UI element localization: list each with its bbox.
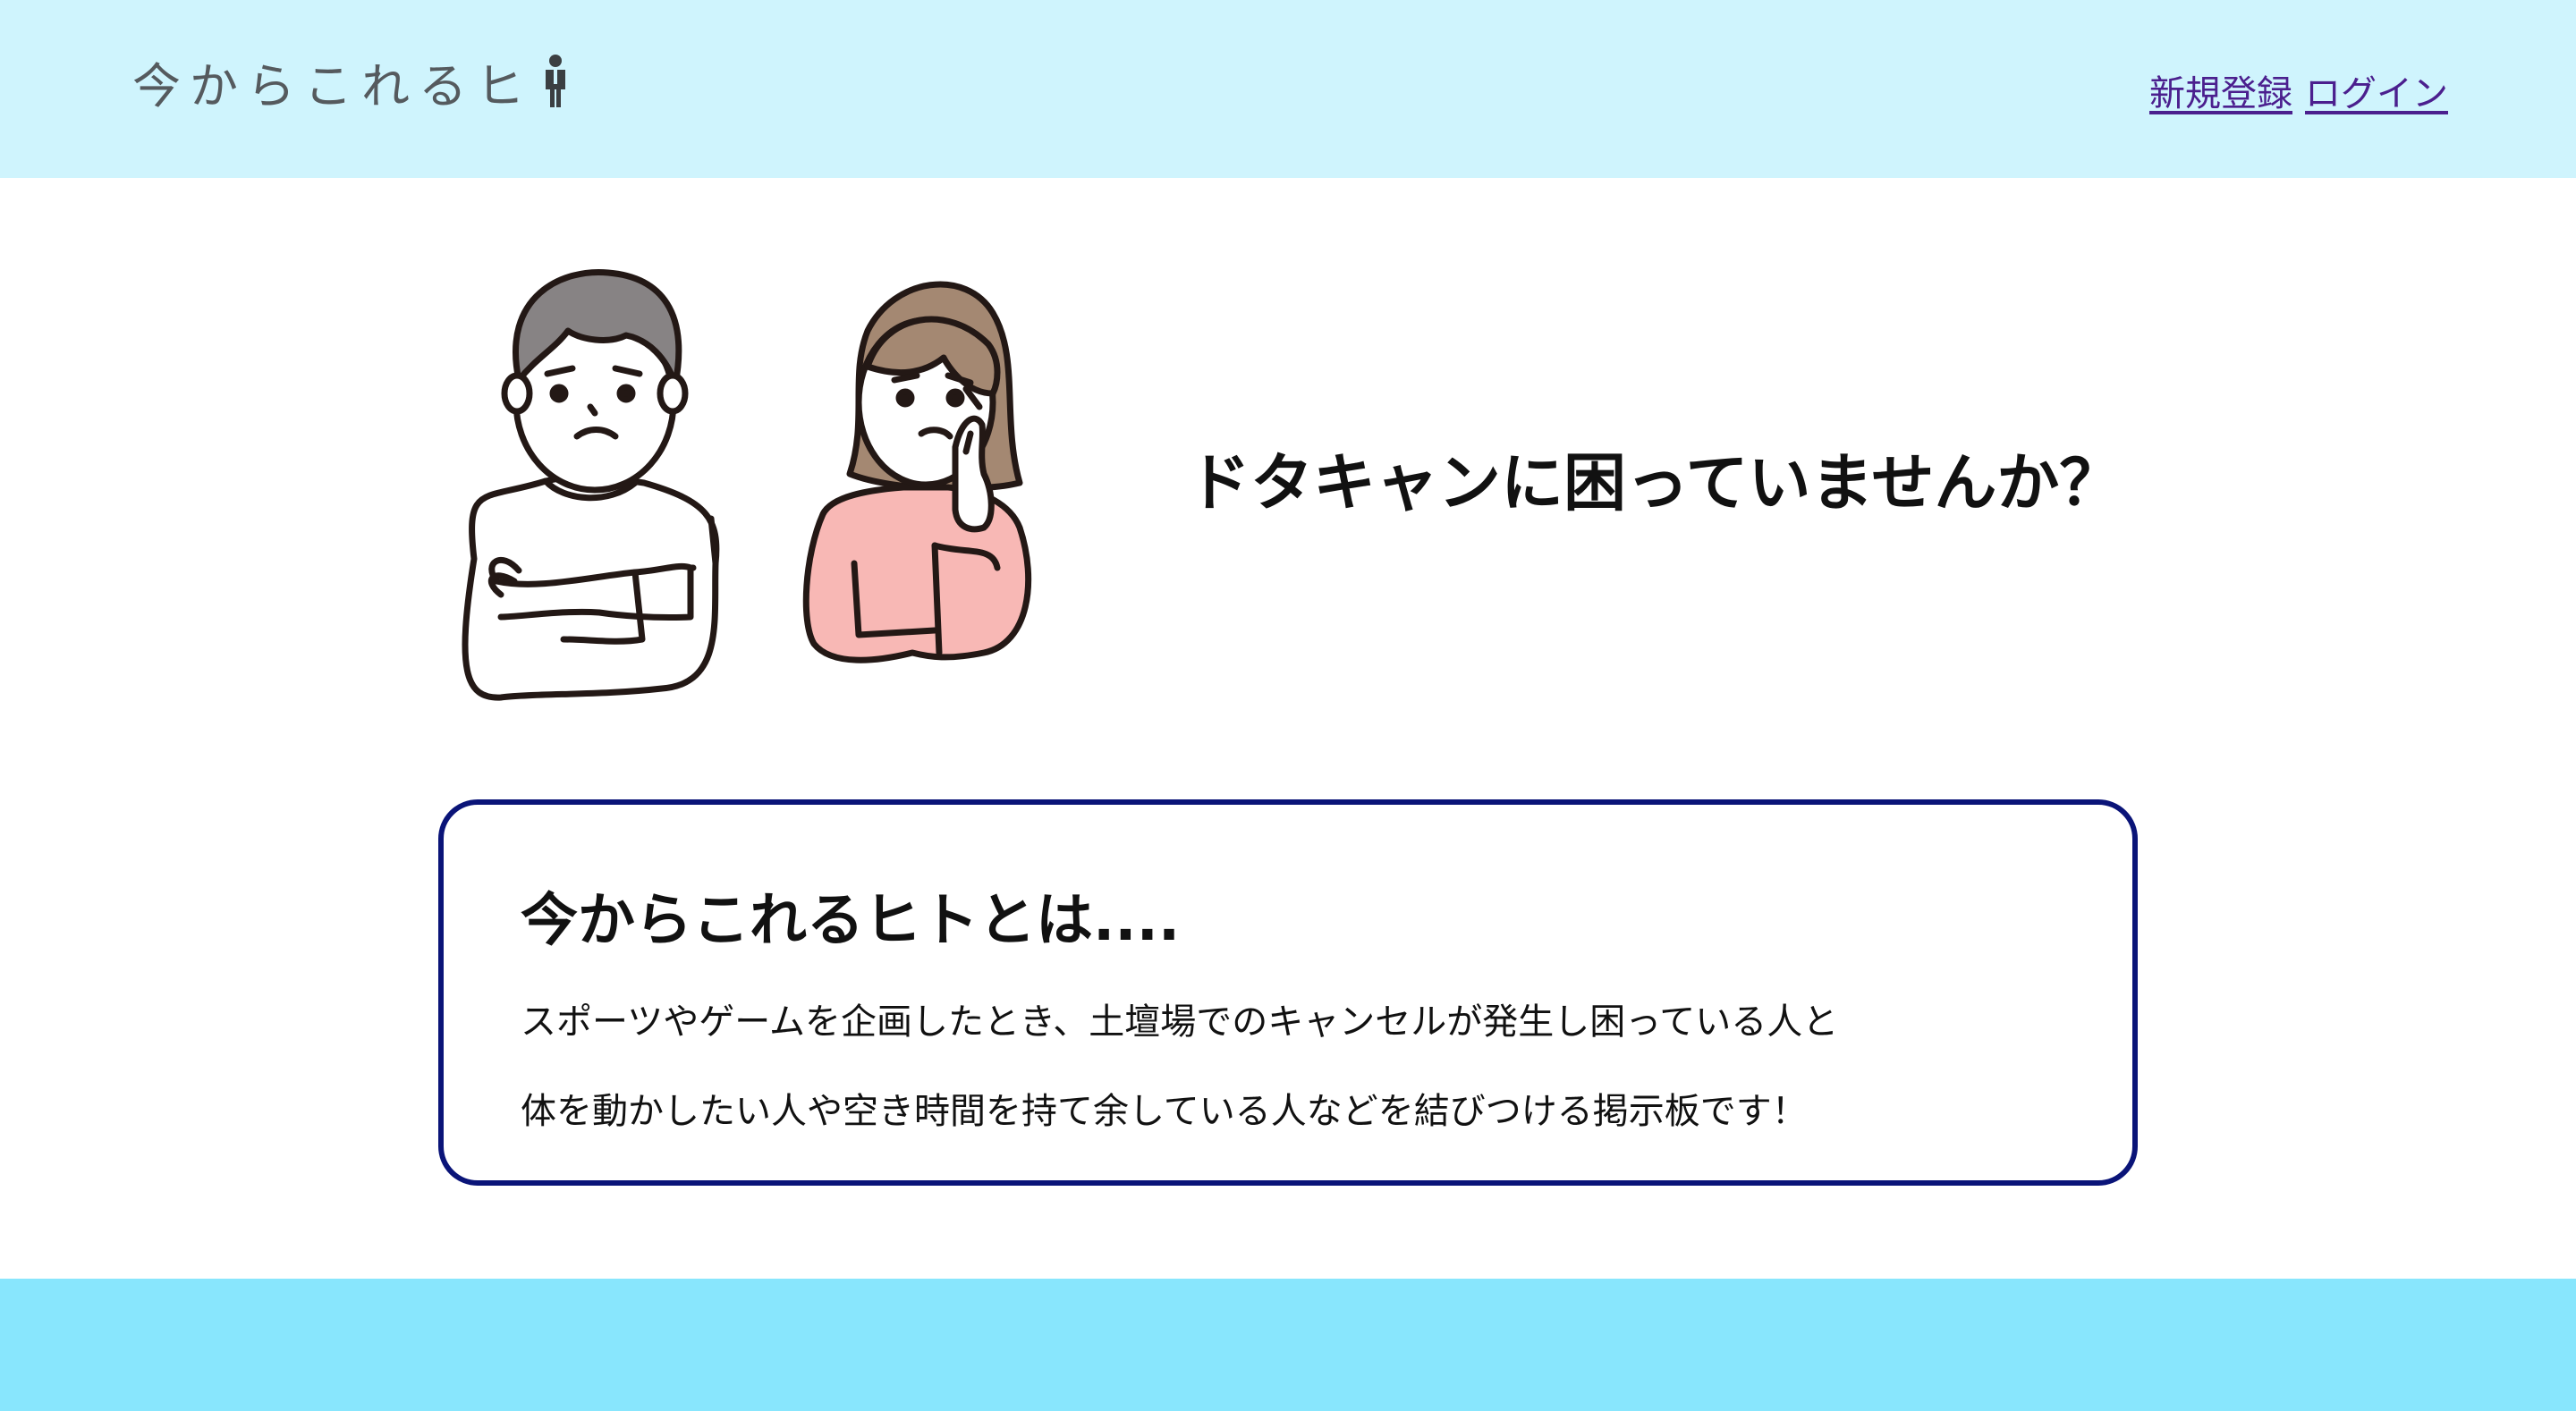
woman-figure	[802, 281, 1032, 663]
logo-text: 今からこれるヒ	[132, 57, 533, 114]
man-figure	[462, 268, 720, 701]
login-link[interactable]: ログイン	[2305, 64, 2448, 116]
site-logo[interactable]: 今からこれるヒ	[132, 50, 574, 114]
about-description-line: 体を動かしたい人や空き時間を持て余している人などを結びつける掲示板です！	[521, 1091, 1808, 1132]
site-footer	[0, 1279, 2576, 1411]
header-nav: 新規登録 ログイン	[2149, 64, 2448, 116]
about-box: 今からこれるヒトとは.... スポーツやゲームを企画したとき、土壇場でのキャンセ…	[438, 799, 2138, 1186]
person-icon	[546, 55, 565, 107]
site-header: 今からこれるヒ 新規登録 ログイン	[0, 0, 2576, 178]
signup-link[interactable]: 新規登録	[2149, 64, 2292, 116]
about-title: 今からこれるヒトとは....	[521, 888, 1181, 954]
about-description-line: スポーツやゲームを企画したとき、土壇場でのキャンセルが発生し困っている人と	[521, 1001, 1839, 1043]
hero-question: ドタキャンに困っていませんか？	[1188, 446, 2123, 520]
worried-people-illustration	[462, 268, 1032, 701]
